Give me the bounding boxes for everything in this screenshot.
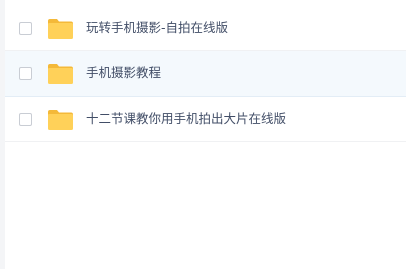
file-row-selected[interactable]: 手机摄影教程 xyxy=(5,51,406,97)
folder-icon xyxy=(47,63,74,85)
row-checkbox[interactable] xyxy=(19,22,32,35)
file-list: 玩转手机摄影-自拍在线版 手机摄影教程 十二节课教你用手机拍出大片在线版 xyxy=(5,6,406,142)
folder-icon xyxy=(47,18,74,40)
file-row[interactable]: 玩转手机摄影-自拍在线版 xyxy=(5,6,406,51)
row-checkbox[interactable] xyxy=(19,67,32,80)
file-name[interactable]: 十二节课教你用手机拍出大片在线版 xyxy=(86,111,286,127)
file-name[interactable]: 玩转手机摄影-自拍在线版 xyxy=(86,20,228,36)
file-row[interactable]: 十二节课教你用手机拍出大片在线版 xyxy=(5,97,406,142)
file-name[interactable]: 手机摄影教程 xyxy=(86,65,161,81)
folder-icon xyxy=(47,109,74,131)
row-checkbox[interactable] xyxy=(19,113,32,126)
